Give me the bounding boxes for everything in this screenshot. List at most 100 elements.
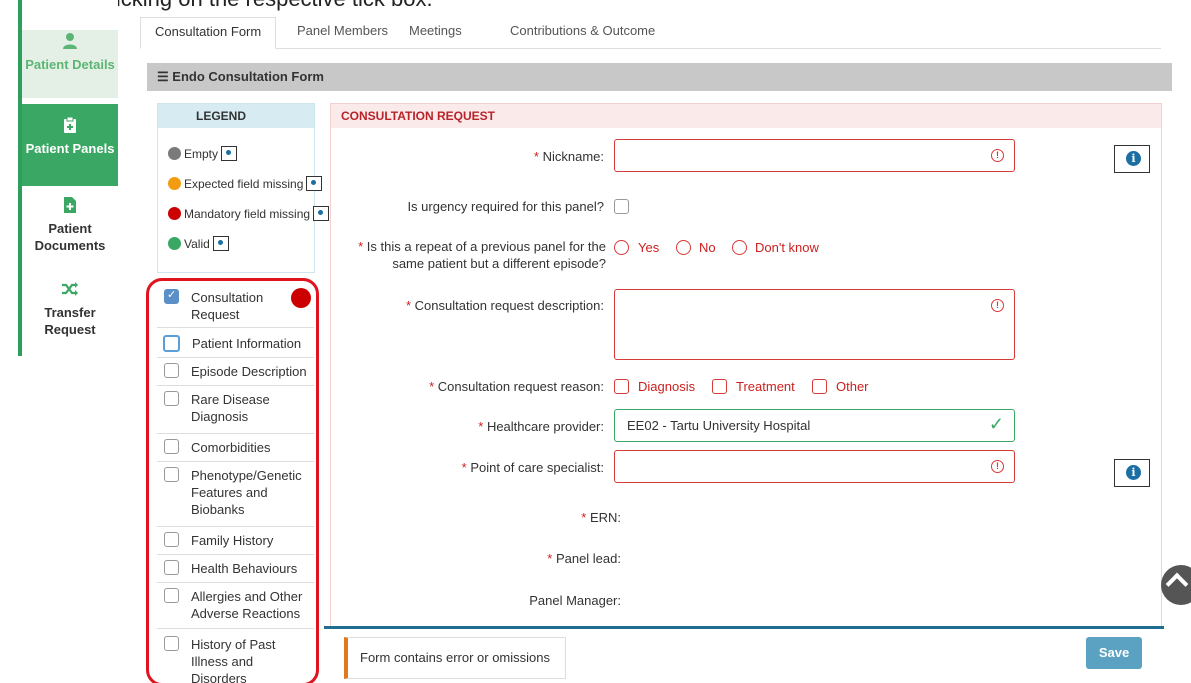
section-checkbox[interactable] xyxy=(164,588,179,603)
section-family-history[interactable]: Family History xyxy=(157,527,314,555)
sidebar-item-label: Patient Panels xyxy=(25,141,115,156)
checkmark-icon: ✓ xyxy=(988,414,1004,434)
section-consultation-request[interactable]: Consultation Request xyxy=(157,281,314,328)
section-label: Family History xyxy=(191,533,274,548)
tab-contributions-outcome[interactable]: Contributions & Outcome xyxy=(496,17,669,49)
save-button[interactable]: Save xyxy=(1086,637,1142,669)
section-allergies[interactable]: Allergies and Other Adverse Reactions xyxy=(157,583,314,629)
required-marker: * xyxy=(405,298,412,313)
error-icon: ! xyxy=(991,299,1004,312)
section-checklist: Consultation Request Patient Information… xyxy=(157,281,314,683)
specialist-input[interactable]: ! xyxy=(614,450,1015,483)
section-checkbox[interactable] xyxy=(164,636,179,651)
provider-label: * Healthcare provider: xyxy=(340,418,604,435)
info-icon[interactable] xyxy=(212,236,229,251)
sidebar-item-patient-panels[interactable]: Patient Panels xyxy=(22,104,118,186)
reason-treatment-label: Treatment xyxy=(736,379,795,394)
legend-title: LEGEND xyxy=(158,104,314,128)
repeat-dont-know-label: Don't know xyxy=(755,240,819,255)
required-marker: * xyxy=(547,551,553,566)
nickname-input[interactable]: ! xyxy=(614,139,1015,172)
repeat-no-label: No xyxy=(699,240,716,255)
sidebar-item-label: Transfer Request xyxy=(44,305,96,337)
label-text: Nickname: xyxy=(542,149,604,164)
panel-lead-label: * Panel lead: xyxy=(340,550,621,567)
section-patient-information[interactable]: Patient Information xyxy=(157,328,314,358)
section-label: Allergies and Other Adverse Reactions xyxy=(191,589,303,621)
section-checkbox[interactable] xyxy=(164,288,179,304)
sidebar-item-patient-details[interactable]: Patient Details xyxy=(22,30,118,98)
section-checkbox[interactable] xyxy=(164,532,179,547)
grey-dot-icon xyxy=(168,147,181,160)
section-phenotype-genetic[interactable]: Phenotype/Genetic Features and Biobanks xyxy=(157,462,314,527)
reason-treatment-checkbox[interactable] xyxy=(712,379,727,394)
label-text: ERN: xyxy=(589,510,621,525)
panel-manager-label: Panel Manager: xyxy=(529,593,621,608)
section-rare-disease-diagnosis[interactable]: Rare Disease Diagnosis xyxy=(157,386,314,434)
reason-diagnosis-checkbox[interactable] xyxy=(614,379,629,394)
section-comorbidities[interactable]: Comorbidities xyxy=(157,434,314,462)
sidebar: Patient Details Patient Panels Patient D… xyxy=(18,0,128,356)
patient-icon xyxy=(63,33,77,49)
ern-label: * ERN: xyxy=(340,509,621,526)
section-label: Patient Information xyxy=(192,336,302,351)
section-checkbox[interactable] xyxy=(164,467,179,482)
label-text: Is this a repeat of a previous panel for… xyxy=(366,239,606,271)
urgency-label: Is urgency required for this panel? xyxy=(407,199,604,214)
legend: LEGEND Empty Expected field missing Mand… xyxy=(157,103,330,273)
repeat-yes-radio[interactable] xyxy=(614,240,629,255)
info-button[interactable] xyxy=(1114,145,1150,173)
form-title: Endo Consultation Form xyxy=(172,69,324,84)
description-textarea[interactable]: ! xyxy=(614,289,1015,360)
section-checkbox[interactable] xyxy=(163,335,180,352)
info-icon[interactable] xyxy=(221,146,238,161)
repeat-no-radio[interactable] xyxy=(676,240,691,255)
section-checkbox[interactable] xyxy=(164,560,179,575)
reason-other-label: Other xyxy=(836,379,869,394)
required-marker: * xyxy=(429,379,435,394)
tab-panel-members[interactable]: Panel Members xyxy=(283,17,402,49)
section-health-behaviours[interactable]: Health Behaviours xyxy=(157,555,314,583)
repeat-dont-know-radio[interactable] xyxy=(732,240,747,255)
repeat-yes-label: Yes xyxy=(638,240,660,255)
label-text: Healthcare provider: xyxy=(486,419,604,434)
section-label: History of Past Illness and Disorders xyxy=(191,637,276,683)
required-marker: * xyxy=(358,239,364,254)
form-header: ☰ Endo Consultation Form xyxy=(147,63,1172,91)
sidebar-item-patient-documents[interactable]: Patient Documents xyxy=(22,196,118,266)
red-dot-icon xyxy=(168,207,181,220)
green-dot-icon xyxy=(168,237,181,250)
section-checkbox[interactable] xyxy=(164,391,179,406)
legend-label: Mandatory field missing xyxy=(184,206,311,221)
section-label: Episode Description xyxy=(191,364,307,379)
provider-select[interactable]: EE02 - Tartu University Hospital ✓ xyxy=(614,409,1015,442)
repeat-label: * Is this a repeat of a previous panel f… xyxy=(336,238,606,272)
specialist-label: * Point of care specialist: xyxy=(340,459,604,476)
info-icon[interactable] xyxy=(313,206,330,221)
section-history-past-illness[interactable]: History of Past Illness and Disorders xyxy=(157,629,314,683)
legend-item-expected: Expected field missing xyxy=(168,176,323,191)
document-add-icon xyxy=(64,197,76,213)
error-icon: ! xyxy=(991,149,1004,162)
reason-other-checkbox[interactable] xyxy=(812,379,827,394)
label-text: Point of care specialist: xyxy=(470,460,604,475)
list-icon: ☰ xyxy=(157,69,169,84)
scroll-to-top-button[interactable] xyxy=(1161,565,1191,605)
reason-diagnosis-label: Diagnosis xyxy=(638,379,696,394)
section-checkbox[interactable] xyxy=(164,363,179,378)
urgency-checkbox[interactable] xyxy=(614,199,629,214)
document-caption: clicking on the respective tick box. xyxy=(100,0,433,12)
tab-consultation-form[interactable]: Consultation Form xyxy=(140,17,277,49)
legend-item-mandatory: Mandatory field missing xyxy=(168,206,330,221)
section-label: Consultation Request xyxy=(191,290,264,322)
sidebar-item-label: Patient Documents xyxy=(34,221,106,253)
sidebar-item-transfer-request[interactable]: Transfer Request xyxy=(22,280,118,350)
tab-meetings[interactable]: Meetings xyxy=(395,17,476,49)
description-label: * Consultation request description: xyxy=(340,297,604,314)
info-icon[interactable] xyxy=(306,176,323,191)
info-button[interactable] xyxy=(1114,459,1150,487)
section-episode-description[interactable]: Episode Description xyxy=(157,358,314,386)
section-checkbox[interactable] xyxy=(164,439,179,454)
shuffle-icon xyxy=(62,282,78,296)
sidebar-item-label: Patient Details xyxy=(25,57,115,72)
